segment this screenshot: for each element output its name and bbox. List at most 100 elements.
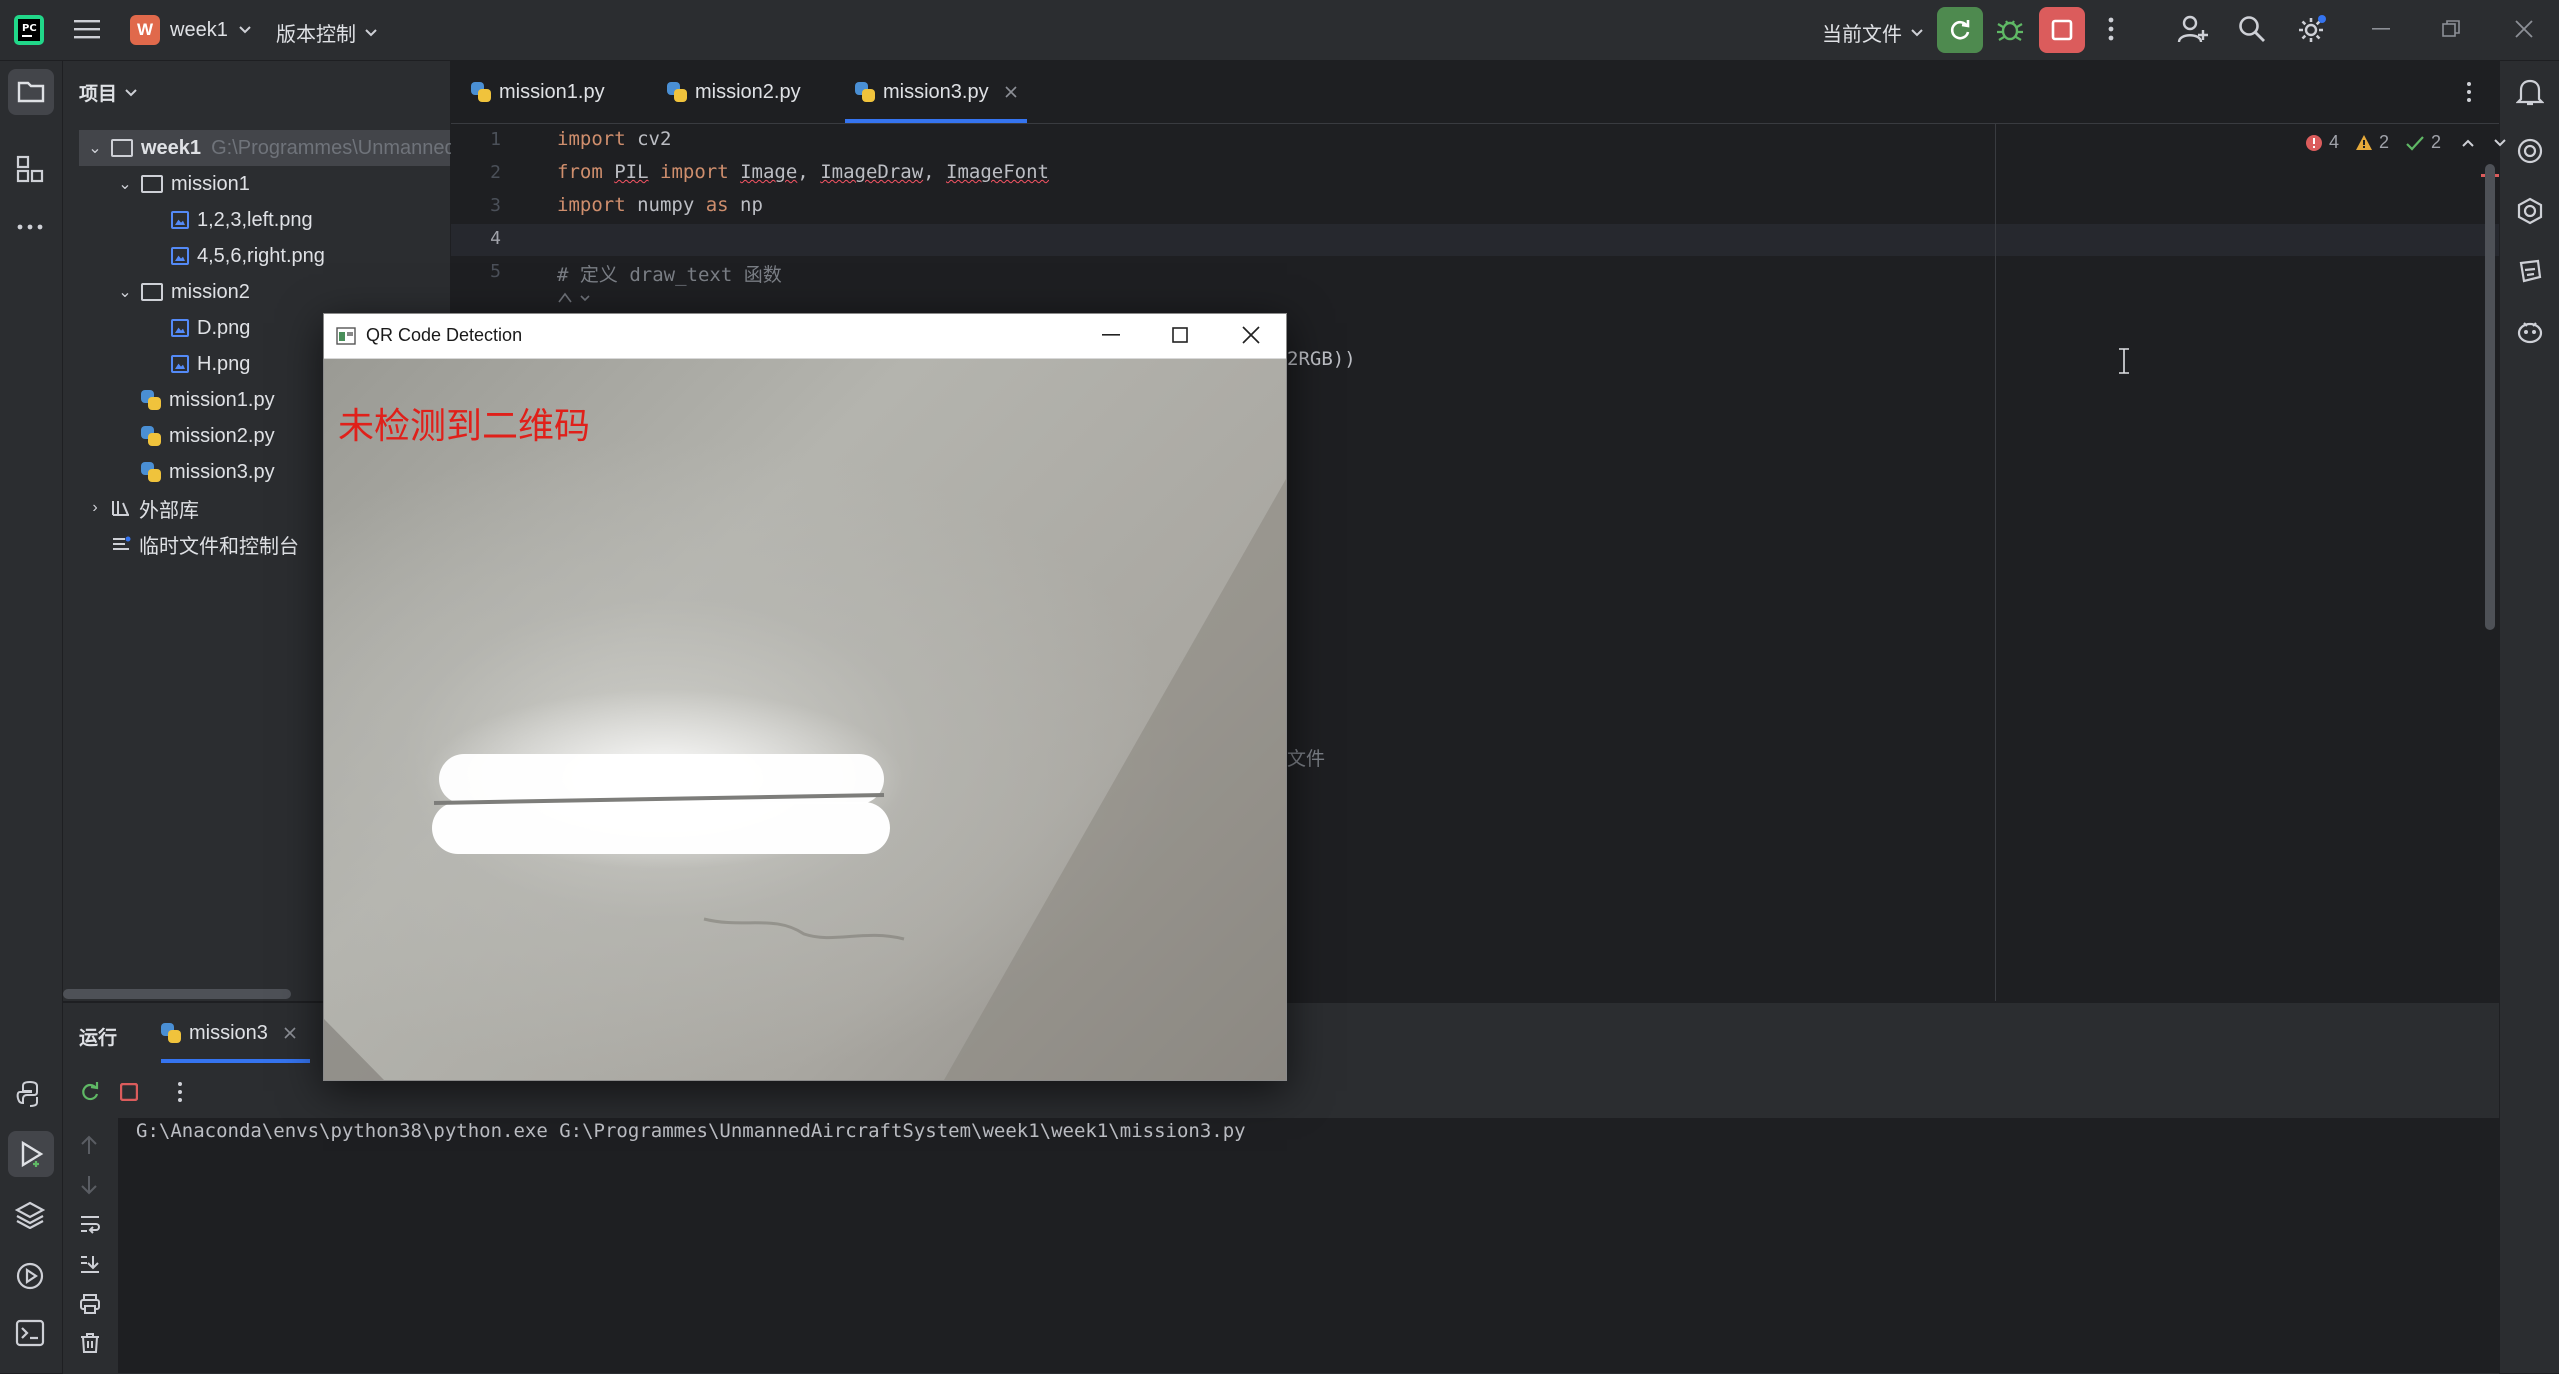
- close-window-icon[interactable]: [1242, 326, 1260, 344]
- terminal-icon[interactable]: [15, 1319, 45, 1347]
- python-file-icon: [471, 82, 491, 102]
- image-file-icon: [171, 247, 189, 265]
- soft-wrap-icon[interactable]: [79, 1214, 101, 1234]
- minimize-window-icon[interactable]: [2372, 28, 2390, 32]
- python-file-icon: [855, 82, 875, 102]
- arrow-down-icon[interactable]: [79, 1174, 99, 1196]
- scroll-to-end-icon[interactable]: [79, 1254, 101, 1274]
- line-number: 2: [490, 162, 501, 183]
- plugin-icon[interactable]: [2516, 197, 2544, 225]
- line-number: 3: [490, 195, 501, 216]
- close-tab-icon[interactable]: [1005, 86, 1017, 98]
- tree-item-label: H.png: [197, 352, 251, 375]
- error-count: 4: [2329, 132, 2340, 152]
- tree-item-mission1-py[interactable]: mission1.py: [141, 383, 275, 417]
- inspection-widget[interactable]: 4 2 2: [2305, 132, 2507, 153]
- tree-item-scratches[interactable]: 临时文件和控制台: [111, 527, 299, 561]
- run-console[interactable]: G:\Anaconda\envs\python38\python.exe G:\…: [118, 1118, 2499, 1373]
- pycharm-logo-icon[interactable]: PC: [14, 15, 44, 45]
- horizontal-scrollbar[interactable]: [63, 989, 291, 999]
- project-tool-button[interactable]: [8, 69, 54, 115]
- project-panel-header[interactable]: 项目: [79, 79, 137, 106]
- ai-assistant-icon[interactable]: [2516, 137, 2544, 165]
- close-window-icon[interactable]: [2515, 20, 2533, 38]
- print-icon[interactable]: [79, 1294, 101, 1314]
- stop-icon[interactable]: [120, 1083, 138, 1101]
- tree-item-week1[interactable]: ⌄ week1 G:\Programmes\UnmannedA: [85, 131, 469, 165]
- python-console-icon[interactable]: [15, 1079, 45, 1109]
- more-actions-icon[interactable]: [2107, 16, 2115, 42]
- chevron-right-icon[interactable]: ›: [85, 499, 105, 517]
- close-tab-icon[interactable]: [284, 1027, 296, 1039]
- maximize-window-icon[interactable]: [1171, 326, 1189, 344]
- stop-button[interactable]: [2039, 7, 2085, 53]
- main-menu-icon[interactable]: [74, 18, 100, 40]
- vertical-scrollbar[interactable]: [2485, 164, 2495, 630]
- run-config-selector[interactable]: 当前文件: [1822, 18, 1924, 47]
- chevron-down-icon[interactable]: ⌄: [115, 174, 135, 194]
- tree-item-right-png[interactable]: 4,5,6,right.png: [171, 239, 325, 273]
- run-tool-button[interactable]: [8, 1131, 54, 1177]
- tree-item-mission1[interactable]: ⌄ mission1: [115, 167, 250, 201]
- rerun-button[interactable]: [1937, 7, 1983, 53]
- tree-item-mission2-py[interactable]: mission2.py: [141, 419, 275, 453]
- copilot-icon[interactable]: [2516, 257, 2544, 285]
- tab-mission2-py[interactable]: mission2.py: [667, 61, 801, 123]
- qr-detection-window[interactable]: QR Code Detection 未检测到二维码: [323, 313, 1287, 1081]
- project-panel-title: 项目: [79, 84, 118, 105]
- vcs-menu[interactable]: 版本控制: [276, 18, 378, 47]
- stop-icon: [2051, 19, 2073, 41]
- debug-button[interactable]: [1996, 15, 2024, 43]
- chevron-down-icon[interactable]: [2493, 138, 2507, 148]
- arrow-up-icon[interactable]: [79, 1134, 99, 1156]
- chevron-up-icon[interactable]: [2461, 138, 2475, 148]
- tree-item-h-png[interactable]: H.png: [171, 347, 250, 381]
- run-tab-mission3[interactable]: mission3: [161, 1003, 310, 1063]
- tree-item-label: D.png: [197, 316, 251, 339]
- tab-mission1-py[interactable]: mission1.py: [471, 61, 605, 123]
- qr-window-titlebar[interactable]: QR Code Detection: [324, 314, 1286, 359]
- structure-icon[interactable]: [16, 155, 44, 183]
- services-icon[interactable]: [15, 1261, 45, 1291]
- tree-item-mission2[interactable]: ⌄ mission2: [115, 275, 250, 309]
- trash-icon[interactable]: [79, 1332, 101, 1354]
- line-number: 1: [490, 129, 501, 150]
- folder-icon: [17, 81, 45, 103]
- tree-item-d-png[interactable]: D.png: [171, 311, 250, 345]
- code-vision-hint-icon[interactable]: [557, 290, 591, 306]
- tree-item-label: week1: [141, 136, 202, 159]
- restore-window-icon[interactable]: [2442, 20, 2460, 38]
- python-file-icon: [667, 82, 687, 102]
- rerun-icon[interactable]: [79, 1081, 101, 1103]
- tree-item-label: mission3.py: [169, 460, 275, 483]
- project-name: week1: [170, 18, 228, 41]
- chevron-down-icon[interactable]: ⌄: [85, 138, 105, 158]
- tab-actions-icon[interactable]: [2466, 81, 2472, 103]
- tree-item-left-png[interactable]: 1,2,3,left.png: [171, 203, 313, 237]
- keyword: import: [660, 161, 729, 183]
- search-icon[interactable]: [2238, 15, 2266, 43]
- code-line-1: import cv2: [557, 128, 671, 150]
- run-tab-label: mission3: [189, 1021, 268, 1044]
- chevron-down-icon[interactable]: ⌄: [115, 282, 135, 302]
- folder-icon: [141, 283, 163, 301]
- camera-frame: 未检测到二维码: [324, 359, 1286, 1080]
- python-file-icon: [141, 390, 161, 410]
- tongyi-assistant-icon[interactable]: [2516, 317, 2544, 345]
- left-tool-strip: [0, 61, 63, 1373]
- project-switcher[interactable]: W week1: [130, 15, 252, 45]
- layers-icon[interactable]: [15, 1201, 45, 1229]
- tree-item-external-libraries[interactable]: › 外部库: [85, 491, 199, 525]
- title-bar: PC W week1 版本控制 当前文件: [0, 0, 2559, 61]
- more-actions-icon[interactable]: [177, 1081, 183, 1103]
- tab-mission3-py[interactable]: mission3.py: [845, 61, 1027, 123]
- ok-count: 2: [2431, 132, 2442, 152]
- code-with-me-icon[interactable]: [2177, 14, 2209, 44]
- more-tools-icon[interactable]: [16, 223, 44, 231]
- console-command-line: G:\Anaconda\envs\python38\python.exe G:\…: [136, 1120, 1246, 1142]
- tree-item-mission3-py[interactable]: mission3.py: [141, 455, 275, 489]
- minimize-window-icon[interactable]: [1102, 334, 1120, 338]
- opencv-window-icon: [336, 327, 356, 345]
- settings-gear-icon[interactable]: [2296, 13, 2328, 45]
- notifications-bell-icon[interactable]: [2516, 77, 2544, 107]
